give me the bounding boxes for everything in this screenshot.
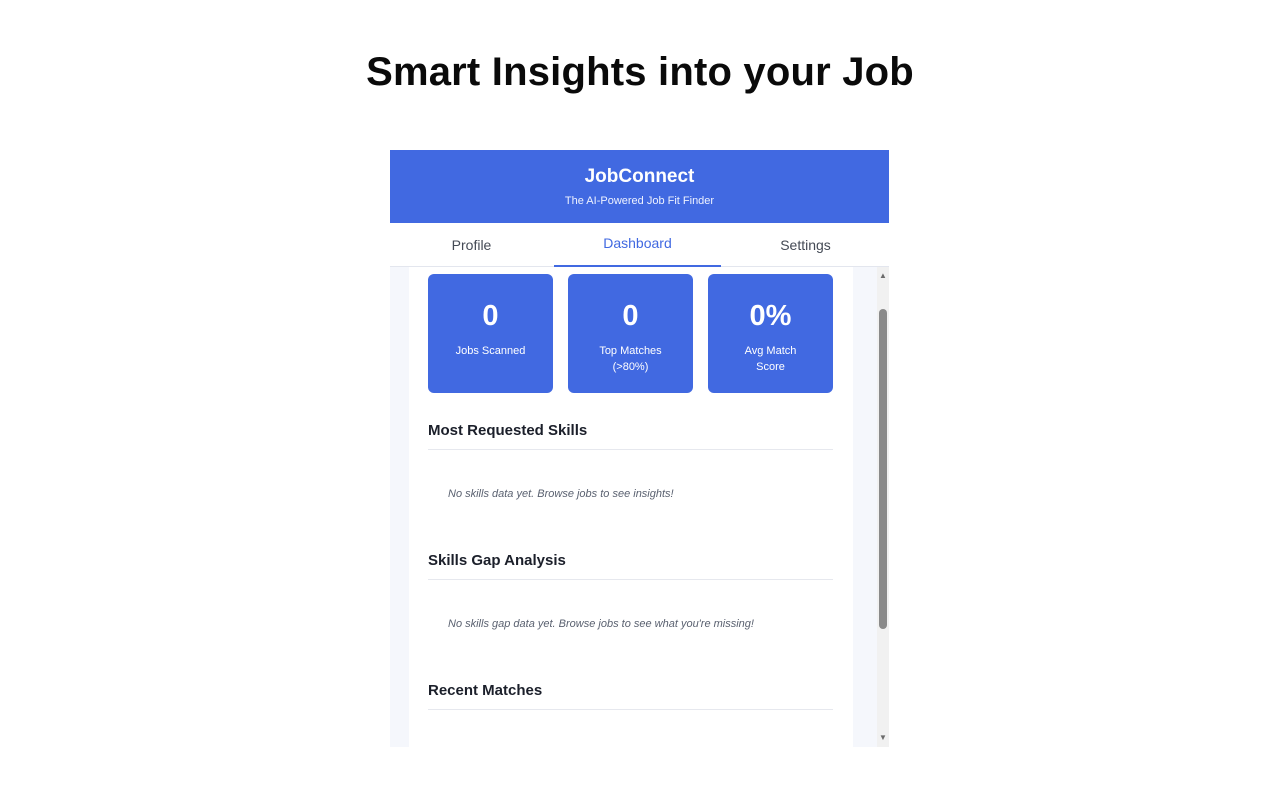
scroll-thumb[interactable] (879, 309, 887, 629)
section-title-skills-gap-analysis: Skills Gap Analysis (428, 552, 833, 580)
stat-card-top-matches: 0 Top Matches (>80%) (568, 274, 693, 393)
chevron-down-icon[interactable]: ▼ (877, 731, 889, 745)
stat-card-jobs-scanned: 0 Jobs Scanned (428, 274, 553, 393)
dashboard-content: 0 Jobs Scanned 0 Top Matches (>80%) 0% A… (390, 267, 877, 747)
stat-label: Top Matches (>80%) (599, 345, 662, 373)
stat-value: 0 (482, 300, 499, 332)
tab-dashboard[interactable]: Dashboard (554, 223, 721, 268)
app-title: JobConnect (584, 166, 695, 187)
skills-empty-message: No skills data yet. Browse jobs to see i… (448, 488, 674, 500)
tab-settings[interactable]: Settings (722, 223, 889, 267)
vertical-scrollbar[interactable]: ▲ ▼ (877, 267, 889, 747)
stat-value: 0% (749, 300, 792, 332)
app-subtitle: The AI-Powered Job Fit Finder (564, 195, 715, 207)
skills-gap-empty-message: No skills gap data yet. Browse jobs to s… (448, 618, 754, 630)
section-title-most-requested-skills: Most Requested Skills (428, 422, 833, 450)
tab-profile[interactable]: Profile (390, 223, 553, 267)
section-title-recent-matches: Recent Matches (428, 682, 833, 710)
app-header: JobConnect The AI-Powered Job Fit Finder (390, 150, 889, 223)
chevron-up-icon[interactable]: ▲ (877, 269, 889, 283)
stat-card-avg-match-score: 0% Avg Match Score (708, 274, 833, 393)
stat-label: Jobs Scanned (455, 345, 526, 357)
stat-value: 0 (622, 300, 639, 332)
tab-bar: Profile Dashboard Settings (390, 223, 889, 268)
page-heading: Smart Insights into your Job (366, 50, 914, 94)
dashboard-panel: 0 Jobs Scanned 0 Top Matches (>80%) 0% A… (409, 267, 853, 747)
extension-popup: JobConnect The AI-Powered Job Fit Finder… (390, 150, 889, 747)
stat-label: Avg Match Score (744, 345, 797, 373)
